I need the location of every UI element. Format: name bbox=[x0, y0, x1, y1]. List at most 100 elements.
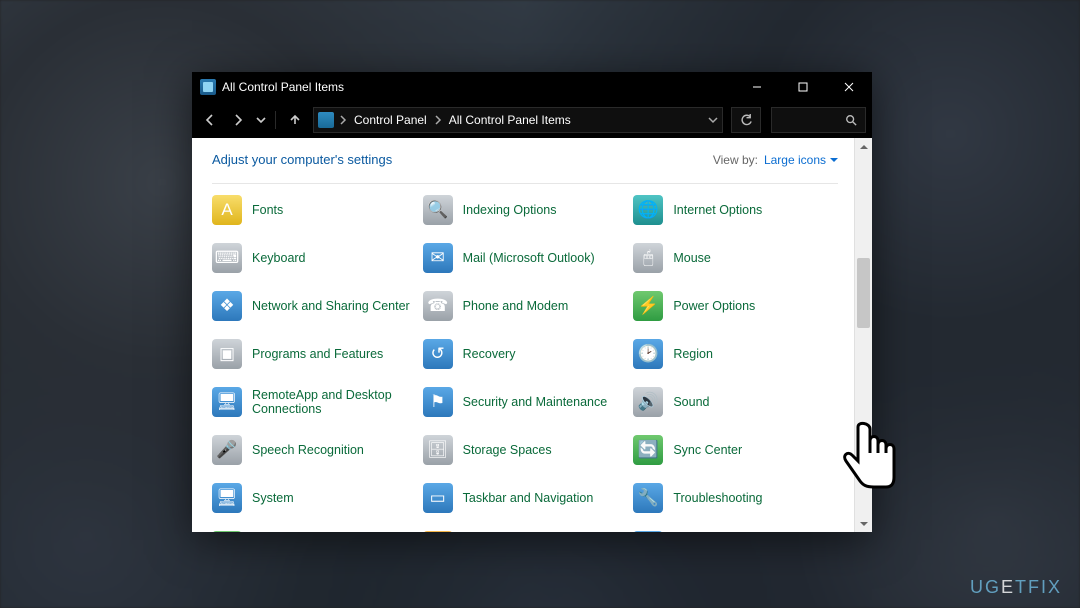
control-panel-item[interactable]: 🖥 System bbox=[212, 478, 417, 518]
control-panel-item[interactable]: 🔍 Indexing Options bbox=[423, 190, 628, 230]
chevron-down-icon[interactable] bbox=[708, 115, 718, 125]
item-label: Power Options bbox=[673, 299, 755, 313]
control-panel-item[interactable]: ☎Phone and Modem bbox=[423, 286, 628, 326]
view-by-selector[interactable]: Large icons bbox=[764, 153, 838, 167]
control-panel-item[interactable]: ⌨ Keyboard bbox=[212, 238, 417, 278]
item-label: System bbox=[252, 491, 294, 505]
view-by-control: View by: Large icons bbox=[713, 153, 838, 167]
control-panel-item[interactable]: 🖥 RemoteApp and Desktop Connections bbox=[212, 382, 417, 422]
remoteapp-and-desktop-connections-icon: 🖥 bbox=[212, 387, 242, 417]
control-panel-item[interactable]: 🌐 Internet Options bbox=[633, 190, 838, 230]
scroll-down-button[interactable] bbox=[855, 515, 872, 532]
view-by-label: View by: bbox=[713, 153, 758, 167]
control-panel-item[interactable]: 🔄 Sync Center bbox=[633, 430, 838, 470]
breadcrumb-root[interactable]: Control Panel bbox=[352, 113, 429, 127]
internet-options-icon: 🌐 bbox=[633, 195, 663, 225]
storage-spaces-icon: 🗄 bbox=[423, 435, 453, 465]
control-panel-item[interactable]: 🛡Windows Defender Firewall bbox=[423, 526, 628, 532]
window-title: All Control Panel Items bbox=[222, 80, 344, 94]
control-panel-item[interactable]: ⚡ Power Options bbox=[633, 286, 838, 326]
control-panel-item[interactable]: 🗄 Storage Spaces bbox=[423, 430, 628, 470]
item-label: Keyboard bbox=[252, 251, 306, 265]
chevron-right-icon bbox=[433, 115, 443, 125]
user-accounts-icon: 👤 bbox=[212, 531, 242, 532]
content-area: Adjust your computer's settings View by:… bbox=[192, 138, 872, 532]
security-and-maintenance-icon: ⚑ bbox=[423, 387, 453, 417]
item-label: Mouse bbox=[673, 251, 711, 265]
chevron-right-icon bbox=[338, 115, 348, 125]
item-label: Fonts bbox=[252, 203, 283, 217]
control-panel-item[interactable]: ❖Network and Sharing Center bbox=[212, 286, 417, 326]
breadcrumb-current[interactable]: All Control Panel Items bbox=[447, 113, 573, 127]
item-label: Sync Center bbox=[673, 443, 742, 457]
control-panel-item[interactable]: ▭ Taskbar and Navigation bbox=[423, 478, 628, 518]
mouse-icon: 🖱 bbox=[633, 243, 663, 273]
control-panel-item[interactable]: ↺ Recovery bbox=[423, 334, 628, 374]
control-panel-item[interactable]: ▦Windows Mobility Center bbox=[633, 526, 838, 532]
back-button[interactable] bbox=[198, 108, 222, 132]
item-label: Sound bbox=[673, 395, 709, 409]
mail-microsoft-outlook--icon: ✉ bbox=[423, 243, 453, 273]
sync-center-icon: 🔄 bbox=[633, 435, 663, 465]
speech-recognition-icon: 🎤 bbox=[212, 435, 242, 465]
items-grid: A Fonts 🔍 Indexing Options 🌐 Internet Options… bbox=[212, 190, 838, 532]
sound-icon: 🔊 bbox=[633, 387, 663, 417]
maximize-button[interactable] bbox=[780, 72, 826, 102]
control-panel-item[interactable]: 🔧Troubleshooting bbox=[633, 478, 838, 518]
network-and-sharing-center-icon: ❖ bbox=[212, 291, 242, 321]
item-label: Programs and Features bbox=[252, 347, 383, 361]
content-header: Adjust your computer's settings View by:… bbox=[212, 152, 838, 184]
item-label: RemoteApp and Desktop Connections bbox=[252, 388, 412, 417]
control-panel-item[interactable]: ✉Mail (Microsoft Outlook) bbox=[423, 238, 628, 278]
keyboard-icon: ⌨ bbox=[212, 243, 242, 273]
control-panel-item[interactable]: ▣ Programs and Features bbox=[212, 334, 417, 374]
search-icon bbox=[845, 114, 857, 126]
item-label: Security and Maintenance bbox=[463, 395, 608, 409]
scroll-up-button[interactable] bbox=[855, 138, 872, 155]
control-panel-item[interactable]: ⚑ Security and Maintenance bbox=[423, 382, 628, 422]
forward-button[interactable] bbox=[226, 108, 250, 132]
control-panel-icon bbox=[318, 112, 334, 128]
titlebar: All Control Panel Items bbox=[192, 72, 872, 102]
up-button[interactable] bbox=[283, 108, 307, 132]
control-panel-item[interactable]: 🕑 Region bbox=[633, 334, 838, 374]
item-label: Indexing Options bbox=[463, 203, 557, 217]
search-input[interactable] bbox=[771, 107, 866, 133]
refresh-button[interactable] bbox=[731, 107, 761, 133]
item-label: Phone and Modem bbox=[463, 299, 569, 313]
control-panel-item[interactable]: 🖱 Mouse bbox=[633, 238, 838, 278]
watermark: UGETFIX bbox=[970, 577, 1062, 598]
recent-locations-button[interactable] bbox=[254, 108, 268, 132]
control-panel-item[interactable]: 👤User Accounts bbox=[212, 526, 417, 532]
item-label: Storage Spaces bbox=[463, 443, 552, 457]
fonts-icon: A bbox=[212, 195, 242, 225]
region-icon: 🕑 bbox=[633, 339, 663, 369]
power-options-icon: ⚡ bbox=[633, 291, 663, 321]
taskbar-and-navigation-icon: ▭ bbox=[423, 483, 453, 513]
indexing-options-icon: 🔍 bbox=[423, 195, 453, 225]
item-label: Internet Options bbox=[673, 203, 762, 217]
item-label: Recovery bbox=[463, 347, 516, 361]
item-label: Speech Recognition bbox=[252, 443, 364, 457]
minimize-button[interactable] bbox=[734, 72, 780, 102]
system-icon: 🖥 bbox=[212, 483, 242, 513]
close-button[interactable] bbox=[826, 72, 872, 102]
scroll-thumb[interactable] bbox=[857, 258, 870, 328]
item-label: Taskbar and Navigation bbox=[463, 491, 594, 505]
troubleshooting-icon: 🔧 bbox=[633, 483, 663, 513]
scrollbar[interactable] bbox=[854, 138, 872, 532]
page-title: Adjust your computer's settings bbox=[212, 152, 392, 167]
windows-defender-firewall-icon: 🛡 bbox=[423, 531, 453, 532]
windows-mobility-center-icon: ▦ bbox=[633, 531, 663, 532]
item-label: Region bbox=[673, 347, 713, 361]
control-panel-icon bbox=[200, 79, 216, 95]
recovery-icon: ↺ bbox=[423, 339, 453, 369]
chevron-down-icon bbox=[830, 156, 838, 164]
toolbar-separator bbox=[275, 111, 276, 129]
control-panel-item[interactable]: 🔊 Sound bbox=[633, 382, 838, 422]
address-bar[interactable]: Control Panel All Control Panel Items bbox=[313, 107, 723, 133]
navigation-toolbar: Control Panel All Control Panel Items bbox=[192, 102, 872, 138]
control-panel-item[interactable]: 🎤 Speech Recognition bbox=[212, 430, 417, 470]
control-panel-item[interactable]: A Fonts bbox=[212, 190, 417, 230]
programs-and-features-icon: ▣ bbox=[212, 339, 242, 369]
